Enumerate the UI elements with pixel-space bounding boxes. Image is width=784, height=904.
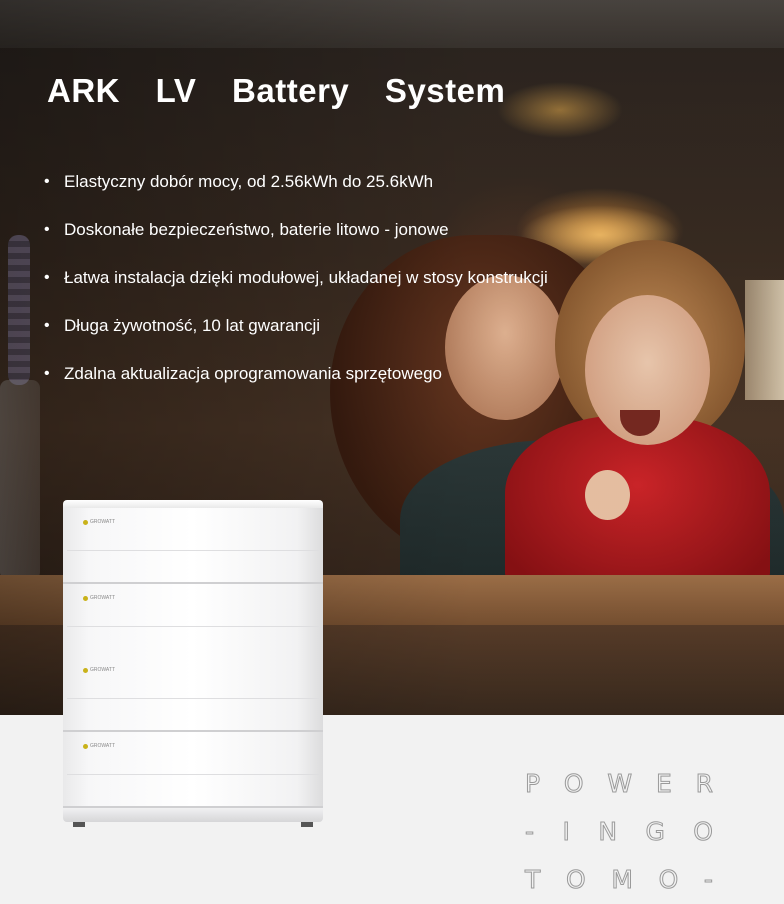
module-seam [67, 550, 319, 551]
brand-line: T O M O - [524, 856, 713, 904]
feature-text: Doskonałe bezpieczeństwo, baterie litowo… [64, 220, 449, 239]
logo-icon [83, 743, 88, 749]
feature-item: • Doskonałe bezpieczeństwo, baterie lito… [44, 220, 548, 268]
module-seam [67, 626, 319, 627]
brand-letter: E [655, 769, 672, 799]
brand-line: P O W E R [524, 760, 713, 808]
module-brand: GROWATT [90, 595, 115, 601]
battery-top-cap [63, 500, 323, 508]
module-seam [67, 698, 319, 699]
module-seam [67, 774, 319, 775]
brand-letter: O [565, 865, 586, 895]
brand-letter: G [645, 817, 665, 847]
battery-module: GROWATT [63, 508, 323, 584]
battery-stack-image: GROWATT GROWATT GROWATT GROWATT [63, 500, 323, 827]
battery-base [63, 808, 323, 822]
brand-mark: P O W E R - I N G O T O M O - [524, 760, 725, 904]
bullet-icon: • [44, 317, 50, 334]
logo-icon [83, 519, 88, 525]
feature-item: • Zdalna aktualizacja oprogramowania spr… [44, 364, 548, 412]
feature-item: • Długa żywotność, 10 lat gwarancji [44, 316, 548, 364]
module-brand: GROWATT [90, 743, 115, 749]
brand-letter: N [598, 817, 618, 847]
brand-letter: R [695, 769, 713, 799]
battery-foot [301, 822, 313, 827]
logo-icon [83, 667, 88, 673]
brand-letter: - [703, 865, 713, 895]
battery-module: GROWATT [63, 732, 323, 808]
module-logo: GROWATT [83, 595, 115, 601]
bullet-icon: • [44, 173, 50, 190]
feature-list: • Elastyczny dobór mocy, od 2.56kWh do 2… [44, 172, 548, 412]
feature-text: Zdalna aktualizacja oprogramowania sprzę… [64, 364, 442, 383]
module-logo: GROWATT [83, 743, 115, 749]
feature-text: Elastyczny dobór mocy, od 2.56kWh do 25.… [64, 172, 434, 191]
brand-letter: W [607, 769, 633, 799]
brand-letter: P [524, 769, 541, 799]
bullet-icon: • [44, 221, 50, 238]
battery-foot [73, 822, 85, 827]
feature-text: Łatwa instalacja dzięki modułowej, układ… [64, 268, 548, 287]
module-brand: GROWATT [90, 667, 115, 673]
module-logo: GROWATT [83, 667, 115, 673]
brand-letter: M [611, 865, 634, 895]
brand-letter: I [562, 817, 570, 847]
module-brand: GROWATT [90, 519, 115, 525]
feature-item: • Elastyczny dobór mocy, od 2.56kWh do 2… [44, 172, 548, 220]
feature-item: • Łatwa instalacja dzięki modułowej, ukł… [44, 268, 548, 316]
brand-line: - I N G O [524, 808, 714, 856]
bullet-icon: • [44, 269, 50, 286]
brand-letter: T [524, 865, 541, 895]
page-title: ARK LV Battery System [47, 72, 506, 109]
logo-icon [83, 595, 88, 601]
brand-letter: - [524, 817, 535, 847]
brand-letter: O [693, 817, 714, 847]
brand-letter: O [658, 865, 679, 895]
battery-module: GROWATT [63, 584, 323, 660]
brand-letter: O [563, 769, 584, 799]
feature-text: Długa żywotność, 10 lat gwarancji [64, 316, 321, 335]
bullet-icon: • [44, 365, 50, 382]
module-logo: GROWATT [83, 519, 115, 525]
battery-module: GROWATT [63, 656, 323, 732]
